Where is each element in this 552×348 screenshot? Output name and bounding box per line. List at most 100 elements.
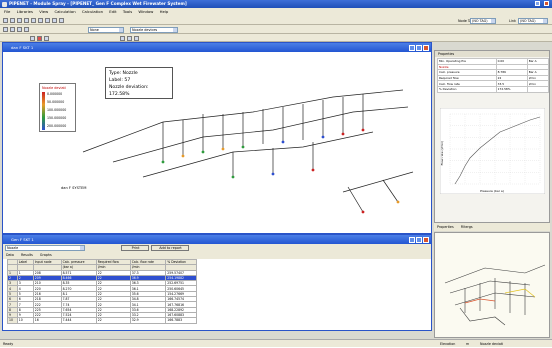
nozzle-tooltip: Type: Nozzle Label: 57 Nozzle deviation:… — [105, 67, 173, 99]
toolbar-drawing: None Nozzle devices — [0, 25, 552, 34]
paste-icon[interactable] — [45, 18, 50, 23]
link-tag-select[interactable]: (NO TAG) — [518, 17, 548, 24]
tab-filtergs[interactable]: Filtergs — [461, 225, 473, 229]
drawing-window-caption: dan F SKT 1 — [3, 43, 431, 52]
pick-select[interactable]: Nozzle devices — [130, 26, 178, 33]
results-tabs: Data Results Graphs — [3, 252, 431, 259]
menu-libraries[interactable]: Libraries — [17, 9, 33, 14]
table-cell[interactable]: 10 — [16, 317, 34, 324]
overview-panel[interactable] — [434, 232, 550, 338]
window-title: PIPENET - Module Spray - [PIPENET_ Gen F… — [9, 1, 187, 6]
property-value[interactable]: 172.58% — [495, 86, 528, 93]
row-number: 10 — [7, 317, 18, 324]
property-row[interactable]: % Deviation 172.58% — [437, 86, 550, 93]
calc-run-icon[interactable] — [30, 35, 35, 41]
menu-help[interactable]: Help — [160, 9, 169, 14]
menu-tools[interactable]: Tools — [123, 9, 132, 14]
chevron-down-icon — [80, 246, 84, 250]
drawing-window-title: dan F SKT 1 — [11, 45, 34, 50]
node-tag-select[interactable]: (NO TAG) — [470, 17, 496, 24]
chart-x-label: Pressure (bar a) — [480, 189, 504, 193]
legend-tick-2: 100.000000 — [47, 108, 67, 112]
menu-bar: File Libraries View Calculation Calculat… — [0, 8, 552, 16]
component-selector[interactable]: Nozzle — [5, 245, 85, 251]
close-button[interactable] — [544, 1, 549, 6]
menu-view[interactable]: View — [39, 9, 48, 14]
menu-edit[interactable]: Edit — [109, 9, 116, 14]
cut-icon[interactable] — [31, 18, 36, 23]
legend-title: Nozzle deviati — [42, 86, 66, 90]
chevron-down-icon — [119, 27, 123, 32]
new-file-icon[interactable] — [3, 18, 8, 23]
properties-title: Properties — [435, 51, 549, 57]
stop-icon[interactable] — [37, 35, 42, 41]
add-to-report-button[interactable]: Add to report — [151, 245, 189, 251]
results-window: Gen F SKT 1 Nozzle Print Add to report D… — [2, 234, 432, 331]
tab-properties[interactable]: Properties — [437, 225, 454, 229]
table-cell[interactable]: 32.9 — [129, 317, 167, 324]
link-label: Link — [509, 18, 516, 23]
tab-data[interactable]: Data — [6, 253, 14, 257]
legend-tick-0: 0.000000 — [47, 92, 63, 96]
tooltip-label: Label: 57 — [109, 78, 131, 83]
results-window-caption: Gen F SKT 1 — [3, 235, 431, 244]
results-grid-body: 1 1 208 8.571 22 37.3 259.57407 2 2 209 8.466 22 36.… — [7, 269, 197, 324]
save-icon[interactable] — [17, 18, 22, 23]
tab-graphs[interactable]: Graphs — [40, 253, 52, 257]
performance-chart: Pressure (bar a) Flow rate (l/min) — [440, 108, 545, 194]
table-cell[interactable]: 166.7883 — [165, 317, 197, 324]
toolbar-main: Node Tag (NO TAG) Link (NO TAG) — [0, 16, 552, 25]
menu-file[interactable]: File — [4, 9, 10, 14]
legend-tick-4: 200.000000 — [47, 124, 67, 128]
style-select[interactable]: None — [88, 26, 124, 33]
legend-color-bar — [42, 92, 45, 130]
results-toolbar: Nozzle Print Add to report — [3, 244, 431, 252]
chevron-down-icon — [543, 18, 547, 23]
legend-tick-1: 50.000000 — [47, 100, 65, 104]
table-cell[interactable]: 7.444 — [60, 317, 97, 324]
table-cell[interactable]: 16 — [32, 317, 62, 324]
results-maximize-button[interactable] — [416, 236, 422, 243]
run-icon[interactable] — [59, 18, 64, 23]
property-name: % Deviation — [437, 86, 497, 93]
zoom-out-icon[interactable] — [17, 27, 22, 32]
tab-results[interactable]: Results — [21, 253, 33, 257]
add-node-icon[interactable] — [120, 35, 125, 41]
panel-tabs: Properties Filtergs — [434, 223, 550, 231]
table-cell[interactable]: 22 — [95, 317, 131, 324]
add-nozzle-icon[interactable] — [134, 35, 139, 41]
drawing-maximize-button[interactable] — [416, 44, 422, 51]
results-close-button[interactable] — [423, 236, 429, 243]
properties-table: Min. Operating Pre 0.00 Bar A Nozzle Calc. p… — [437, 58, 550, 93]
property-value[interactable] — [526, 86, 550, 93]
deviation-legend: Nozzle deviati 0.000000 50.000000 100.00… — [39, 83, 76, 132]
pointer-icon[interactable] — [3, 27, 8, 32]
chart-y-label: Flow rate (l/min) — [440, 141, 444, 166]
print-icon[interactable] — [24, 18, 29, 23]
pipe-network-canvas[interactable]: dan F SYSTEM — [3, 52, 431, 233]
zoom-in-icon[interactable] — [10, 27, 15, 32]
minimize-button[interactable] — [535, 1, 540, 6]
menu-calculation-2[interactable]: Calculation — [82, 9, 103, 14]
print-button[interactable]: Print — [121, 245, 149, 251]
menu-calculation[interactable]: Calculation — [54, 9, 75, 14]
pan-icon[interactable] — [24, 27, 29, 32]
results-minimize-button[interactable] — [409, 236, 415, 243]
drawing-minimize-button[interactable] — [409, 44, 415, 51]
chevron-down-icon — [173, 27, 177, 32]
copy-icon[interactable] — [38, 18, 43, 23]
drawing-annotation: dan F SYSTEM — [61, 186, 86, 190]
tooltip-deviation: Nozzle deviation: 172.58% — [109, 85, 149, 97]
table-row[interactable]: 10 10 16 7.444 22 32.9 166.7883 — [7, 317, 197, 324]
results-icon[interactable] — [44, 35, 49, 41]
open-file-icon[interactable] — [10, 18, 15, 23]
add-pipe-icon[interactable] — [127, 35, 132, 41]
results-window-title: Gen F SKT 1 — [11, 237, 34, 242]
menu-window[interactable]: Window — [138, 9, 153, 14]
tooltip-type: Type: Nozzle — [109, 71, 138, 76]
help-icon[interactable] — [52, 18, 57, 23]
drawing-window: dan F SKT 1 dan F SYSTEM Type: Nozzle La… — [2, 42, 432, 234]
app-logo-icon — [2, 1, 7, 7]
drawing-close-button[interactable] — [423, 44, 429, 51]
results-grid: Label Input node Calc. pressure Required… — [7, 258, 197, 324]
